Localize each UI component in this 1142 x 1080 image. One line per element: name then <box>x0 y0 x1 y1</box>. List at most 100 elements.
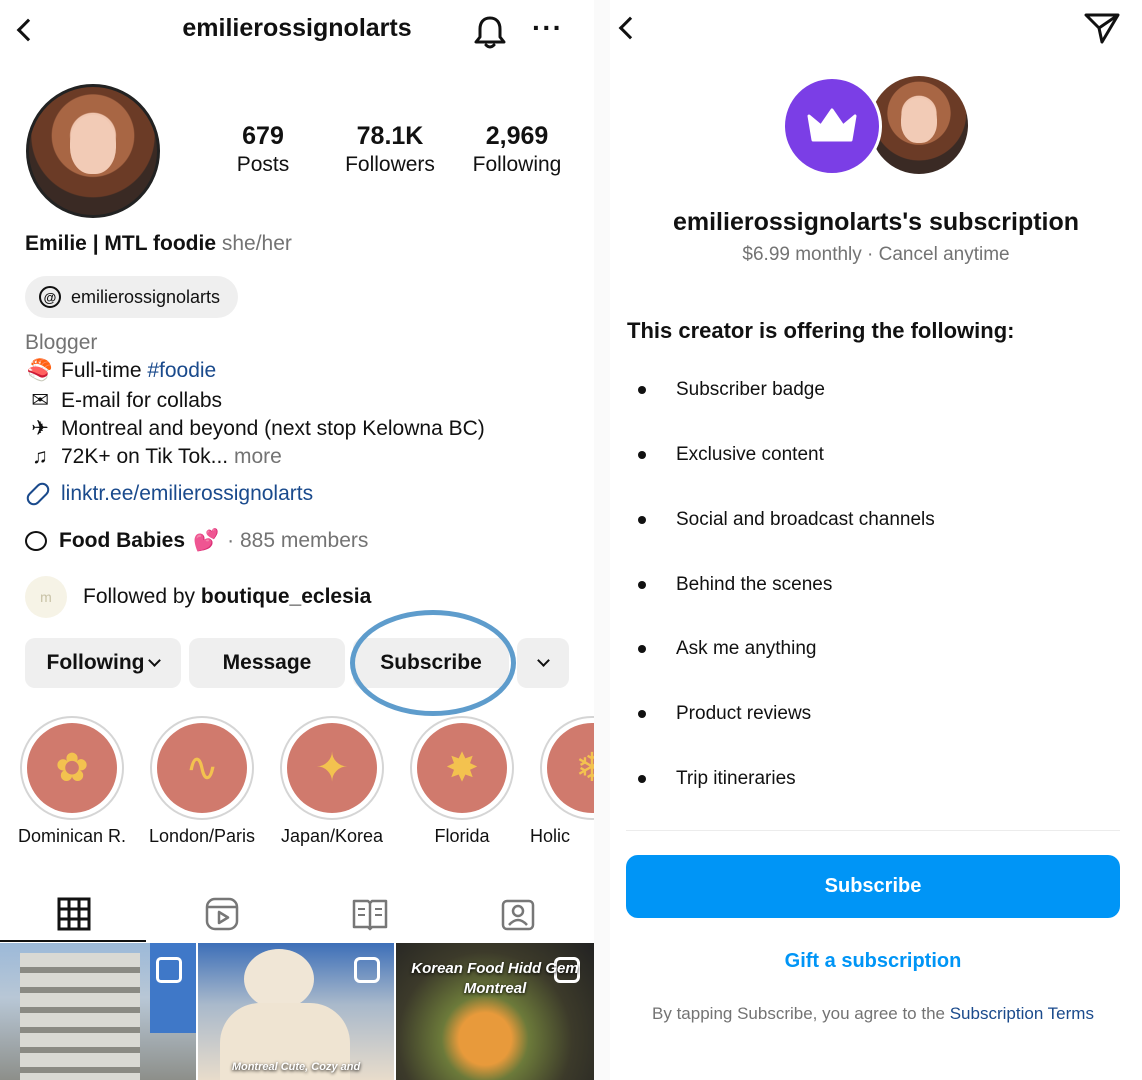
bio-text: Full-time <box>61 359 148 382</box>
highlight-item[interactable]: ✿ Dominican R. <box>18 716 126 846</box>
profile-category: Blogger <box>25 331 98 354</box>
wave-icon: ∿ <box>157 723 247 813</box>
highlight-ring: ✿ <box>20 716 124 820</box>
highlight-label: Holic <box>530 826 571 846</box>
terms-notice: By tapping Subscribe, you agree to the S… <box>610 1004 1136 1024</box>
following-button[interactable]: Following <box>25 638 181 688</box>
sushi-icon: 🍣 <box>26 359 54 382</box>
subscription-screen: emilierossignolarts's subscription $6.99… <box>610 0 1142 1080</box>
followers-count[interactable]: 78.1K Followers <box>330 122 450 177</box>
reels-icon <box>205 897 239 931</box>
chevron-down-icon <box>148 654 162 667</box>
grid-post[interactable] <box>0 943 196 1080</box>
highlight-ring: ✦ <box>280 716 384 820</box>
hashtag-link[interactable]: #foodie <box>147 359 216 382</box>
bio-text: 72K+ on Tik Tok... <box>61 445 229 468</box>
bullet-icon <box>638 775 646 783</box>
highlight-ring: ✸ <box>410 716 514 820</box>
divider <box>626 830 1120 831</box>
link-icon <box>23 479 53 509</box>
bio-more-link[interactable]: more <box>234 445 282 468</box>
bullet-icon <box>638 645 646 653</box>
following-count[interactable]: 2,969 Following <box>458 122 576 177</box>
posts-count[interactable]: 679 Posts <box>204 122 322 177</box>
tab-reels[interactable] <box>148 886 296 942</box>
stat-number: 679 <box>242 122 284 150</box>
subscription-crown-badge <box>782 76 882 176</box>
followed-by[interactable]: m Followed by boutique_eclesia <box>25 576 371 618</box>
avatar-face <box>69 115 117 175</box>
following-button-label: Following <box>46 651 145 674</box>
notification-bell-icon[interactable] <box>472 14 508 50</box>
subscription-terms-link[interactable]: Subscription Terms <box>950 1004 1094 1023</box>
display-name-line: Emilie | MTL foodie she/her <box>25 232 292 256</box>
tab-tagged[interactable] <box>444 886 592 942</box>
hearts-icon: 💕 <box>193 529 220 552</box>
avatar-face <box>901 97 937 143</box>
highlight-ring: ∿ <box>150 716 254 820</box>
followed-by-prefix: Followed by <box>83 585 201 608</box>
bullet-icon <box>638 451 646 459</box>
channel-icon <box>25 531 47 551</box>
highlight-item[interactable]: ❄ Holic <box>530 716 594 846</box>
music-notes-icon: ♫ <box>32 445 48 468</box>
stat-label: Followers <box>345 153 435 176</box>
benefit-label: Exclusive content <box>676 444 824 465</box>
bio-line: ✉ E-mail for collabs <box>25 388 222 413</box>
profile-link[interactable]: linktr.ee/emilierossignolarts <box>23 479 313 509</box>
benefit-item: Product reviews <box>638 703 811 725</box>
tab-guides[interactable] <box>296 886 444 942</box>
highlight-label: Florida <box>434 826 490 846</box>
flower-icon: ✿ <box>27 723 117 813</box>
highlight-item[interactable]: ∿ London/Paris <box>149 716 255 846</box>
profile-screen: emilierossignolarts ··· 679 Posts 78.1K … <box>0 0 594 1080</box>
benefit-label: Subscriber badge <box>676 379 825 400</box>
highlight-ring: ❄ <box>540 716 594 820</box>
followed-by-user: boutique_eclesia <box>200 585 372 608</box>
pronouns: she/her <box>221 232 292 255</box>
subscription-price: $6.99 monthly · Cancel anytime <box>742 244 1010 265</box>
stat-number: 2,969 <box>485 122 549 150</box>
guides-book-icon <box>352 899 388 931</box>
message-button[interactable]: Message <box>189 638 345 688</box>
stat-label: Posts <box>236 153 290 176</box>
benefit-label: Ask me anything <box>676 638 817 659</box>
highlight-item[interactable]: ✸ Florida <box>410 716 514 846</box>
broadcast-channel[interactable]: Food Babies 💕 · 885 members <box>25 529 368 553</box>
channel-members: · 885 members <box>227 529 369 552</box>
display-name: Emilie | MTL foodie <box>25 232 216 255</box>
subscribe-cta-button[interactable]: Subscribe <box>626 855 1120 918</box>
benefit-item: Trip itineraries <box>638 768 796 790</box>
grid-post[interactable]: Korean Food Hidd Gem Montreal <box>396 943 594 1080</box>
airplane-icon: ✈ <box>31 417 49 440</box>
benefit-label: Trip itineraries <box>676 768 796 789</box>
post-caption: Montreal Cute, Cozy and <box>231 1061 361 1073</box>
grid-post[interactable]: Montreal Cute, Cozy and <box>198 943 394 1080</box>
terms-prefix: By tapping Subscribe, you agree to the <box>652 1004 950 1023</box>
threads-badge[interactable]: @ emilierossignolarts <box>25 276 239 318</box>
share-send-icon[interactable] <box>1084 12 1120 44</box>
stat-label: Following <box>472 153 562 176</box>
highlight-item[interactable]: ✦ Japan/Korea <box>280 716 384 846</box>
tab-posts-grid[interactable] <box>0 886 148 942</box>
profile-avatar[interactable] <box>26 84 160 218</box>
more-options-icon[interactable]: ··· <box>532 14 563 42</box>
person-hat-image <box>244 949 314 1009</box>
suggested-accounts-button[interactable] <box>517 638 569 688</box>
benefit-label: Product reviews <box>676 703 812 724</box>
back-icon[interactable] <box>618 16 642 40</box>
follower-avatar: m <box>25 576 67 618</box>
message-button-label: Message <box>222 651 312 674</box>
reels-icon <box>354 957 380 983</box>
post-caption: Korean Food Hidd Gem Montreal <box>411 960 579 997</box>
bio-text: Montreal and beyond (next stop Kelowna B… <box>61 417 485 440</box>
subscribe-button-label: Subscribe <box>380 651 482 674</box>
envelope-icon: ✉ <box>31 389 49 412</box>
bio-line: ✈ Montreal and beyond (next stop Kelowna … <box>25 416 485 441</box>
subscribe-button[interactable]: Subscribe <box>353 638 509 688</box>
gift-subscription-link[interactable]: Gift a subscription <box>610 950 1136 973</box>
bio-line: 🍣 Full-time #foodie <box>25 359 216 383</box>
chevron-down-icon <box>536 654 550 667</box>
sparkle-icon: ✦ <box>287 723 377 813</box>
bullet-icon <box>638 710 646 718</box>
